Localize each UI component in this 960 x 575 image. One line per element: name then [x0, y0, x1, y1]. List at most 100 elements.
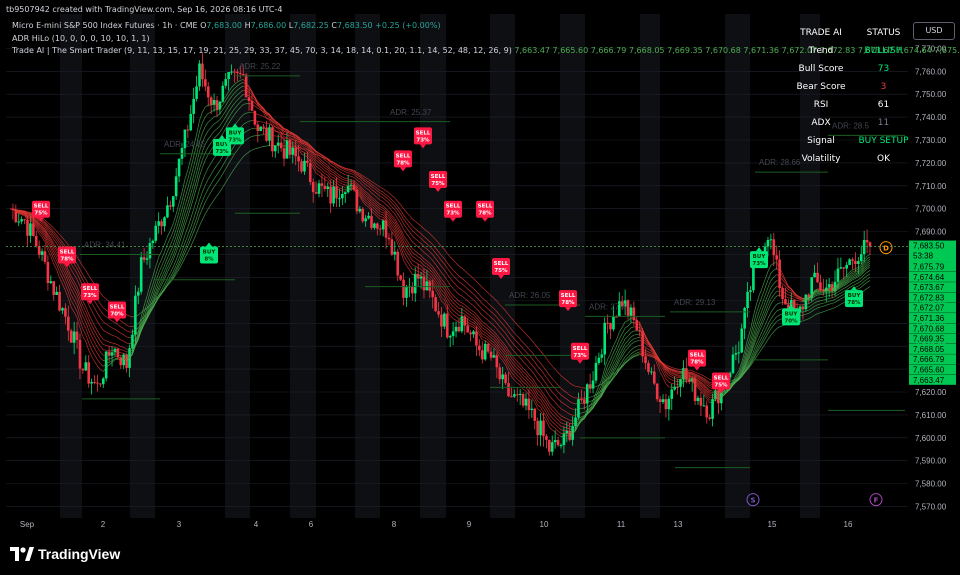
ribbon-value-label: 7,673.67 [913, 283, 945, 292]
candle-body [198, 63, 201, 87]
candle-body [699, 397, 703, 406]
candle-body [434, 297, 437, 312]
candle-body [399, 275, 402, 280]
candle-body [239, 72, 242, 75]
x-tick-label: 10 [540, 520, 549, 529]
symbol-legend[interactable]: Micro E-mini S&P 500 Index Futures · 1h … [12, 21, 441, 30]
status-value: 3 [880, 82, 887, 92]
status-panel-header-left: TRADE AI [800, 28, 842, 38]
y-tick-label: 7,690.00 [915, 228, 947, 237]
signal-type: SELL [573, 346, 588, 352]
candle-body [612, 316, 615, 330]
candle-body [177, 158, 181, 177]
candle-body [381, 220, 385, 230]
status-row-trend: Trend BULLISH [787, 42, 912, 60]
candle-body [69, 330, 73, 343]
candle-body [626, 300, 630, 316]
candle-body [227, 71, 230, 80]
candle-body [492, 355, 496, 358]
candle-body [186, 129, 190, 131]
candle-body [480, 350, 484, 360]
candle-body [393, 251, 397, 255]
x-tick-label: 9 [467, 520, 472, 529]
x-tick-label: 4 [254, 520, 259, 529]
candle-body [655, 383, 659, 400]
candle-body [609, 322, 612, 330]
candle-body [204, 79, 207, 87]
event-glyph: F [874, 497, 879, 505]
candle-body [157, 221, 160, 226]
candle-body [510, 396, 513, 398]
indicator-adr-legend[interactable]: ADR HiLo (10, 0, 0, 0, 10, 10, 1, 1) [12, 34, 150, 43]
candle-body [670, 389, 674, 399]
candle-body [495, 355, 499, 368]
candle-body [23, 219, 26, 221]
signal-pct: 75% [494, 268, 508, 274]
candle-body [104, 351, 108, 379]
status-label: Volatility [801, 154, 841, 164]
close-value: 7,683.50 [336, 21, 373, 30]
candle-body [29, 223, 32, 236]
candle-body [466, 325, 469, 333]
signal-pct: 75% [34, 211, 48, 217]
candle-body [64, 308, 67, 317]
candle-body [329, 186, 332, 204]
candle-body [629, 307, 633, 316]
candle-body [49, 281, 53, 284]
candle-body [250, 100, 254, 111]
candle-body [189, 113, 193, 131]
currency-button[interactable]: USD [913, 22, 955, 40]
candle-body [294, 147, 297, 157]
candle-body [163, 217, 166, 227]
candle-body [478, 345, 481, 351]
open-value: 7,683.00 [206, 21, 243, 30]
candle-body [119, 357, 123, 366]
candle-body [367, 215, 370, 219]
y-tick-label: 7,710.00 [915, 182, 947, 191]
candle-body [224, 79, 228, 86]
tradingview-logo-icon [10, 547, 34, 561]
signal-type: SELL [110, 305, 125, 311]
candle-body [501, 374, 504, 380]
candle-body [396, 251, 400, 276]
x-tick-label: Sep [20, 520, 35, 529]
status-row-adx: ADX 11 [787, 114, 912, 132]
signal-type: SELL [60, 250, 75, 256]
candle-body [370, 215, 373, 228]
candle-body [743, 307, 746, 329]
session-shade [130, 14, 155, 518]
candle-body [842, 267, 846, 269]
created-line: tb9507942 created with TradingView.com, … [6, 5, 283, 14]
signal-type: SELL [494, 261, 509, 267]
candle-body [667, 398, 671, 410]
candle-body [139, 257, 143, 292]
candle-body [443, 313, 446, 327]
high-value: 7,686.00 [250, 21, 287, 30]
symbol-name: Micro E-mini S&P 500 Index Futures · 1h … [12, 21, 198, 30]
candle-body [431, 290, 435, 298]
candle-body [839, 267, 843, 269]
ribbon-value-label: 7,670.68 [913, 324, 945, 333]
candle-body [451, 331, 455, 336]
candle-body [136, 291, 140, 296]
candle-body [504, 374, 507, 384]
candle-body [705, 405, 709, 418]
candle-body [154, 225, 158, 241]
candle-body [332, 186, 335, 204]
candle-body [373, 223, 376, 228]
change-value: +0.25 (+0.00%) [375, 21, 441, 30]
candle-body [58, 291, 61, 311]
signal-type: BUY [848, 293, 862, 299]
candle-body [702, 405, 706, 407]
candle-body [209, 97, 213, 105]
signal-pct: 78% [561, 300, 575, 306]
low-value: 7,682.25 [293, 21, 329, 30]
candle-body [166, 205, 169, 218]
candle-body [402, 279, 405, 298]
candle-body [775, 255, 779, 260]
signal-type: BUY [229, 130, 243, 136]
tradingview-logo[interactable]: TradingView [10, 546, 120, 562]
candle-body [20, 219, 23, 222]
candle-body [457, 326, 461, 332]
candle-body [174, 176, 178, 197]
